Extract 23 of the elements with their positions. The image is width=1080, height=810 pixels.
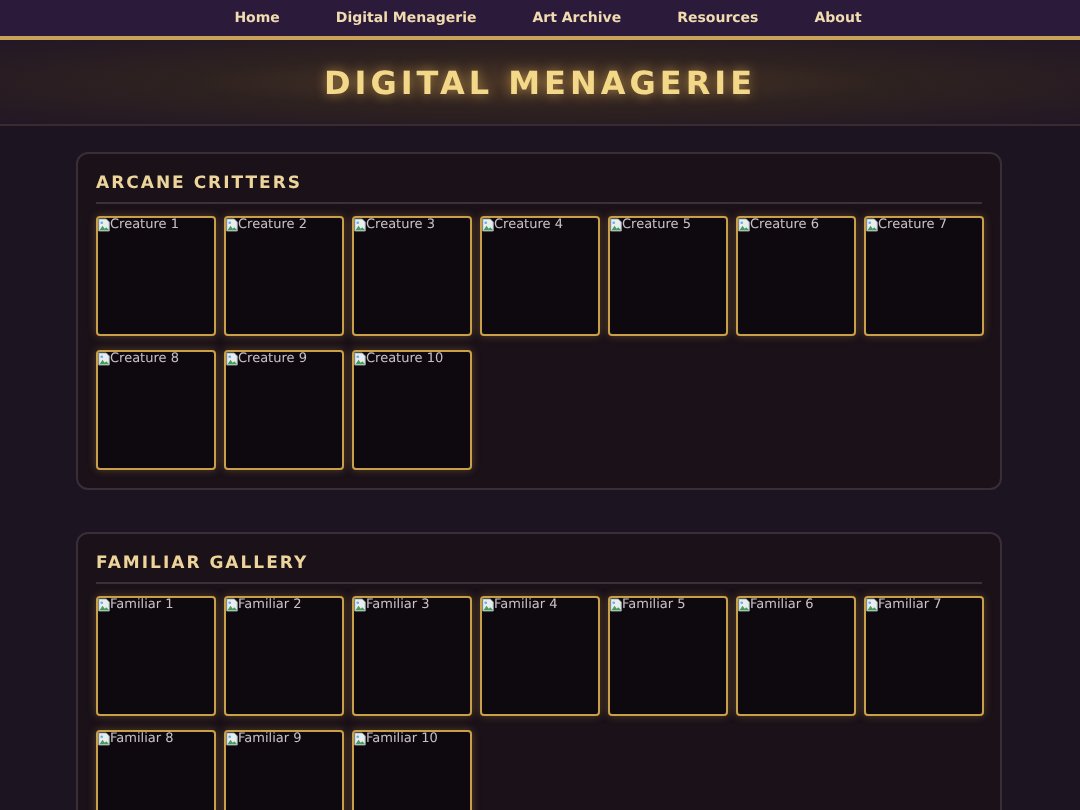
- broken-image-icon: [98, 352, 110, 366]
- broken-image-icon: [226, 352, 238, 366]
- broken-image-icon: [226, 218, 238, 232]
- broken-image-icon: [354, 352, 366, 366]
- broken-image-icon: [482, 218, 494, 232]
- broken-image-icon: [866, 598, 878, 612]
- broken-image-icon: [354, 732, 366, 746]
- page-title: DIGITAL MENAGERIE: [323, 63, 757, 101]
- broken-image-icon: [354, 218, 366, 232]
- broken-image-icon: [98, 732, 110, 746]
- section-title: FAMILIAR GALLERY: [96, 554, 982, 584]
- broken-image-icon: [98, 218, 110, 232]
- broken-image-icon: [738, 598, 750, 612]
- broken-image-icon: [98, 598, 110, 612]
- broken-image-icon: [226, 732, 238, 746]
- broken-image-icon: [226, 598, 238, 612]
- broken-image-icon: [738, 218, 750, 232]
- broken-image-icon: [610, 598, 622, 612]
- broken-image-icon: [866, 218, 878, 232]
- section-title: ARCANE CRITTERS: [96, 174, 982, 204]
- broken-image-icon: [610, 218, 622, 232]
- broken-image-icon: [354, 598, 366, 612]
- broken-image-icon: [482, 598, 494, 612]
